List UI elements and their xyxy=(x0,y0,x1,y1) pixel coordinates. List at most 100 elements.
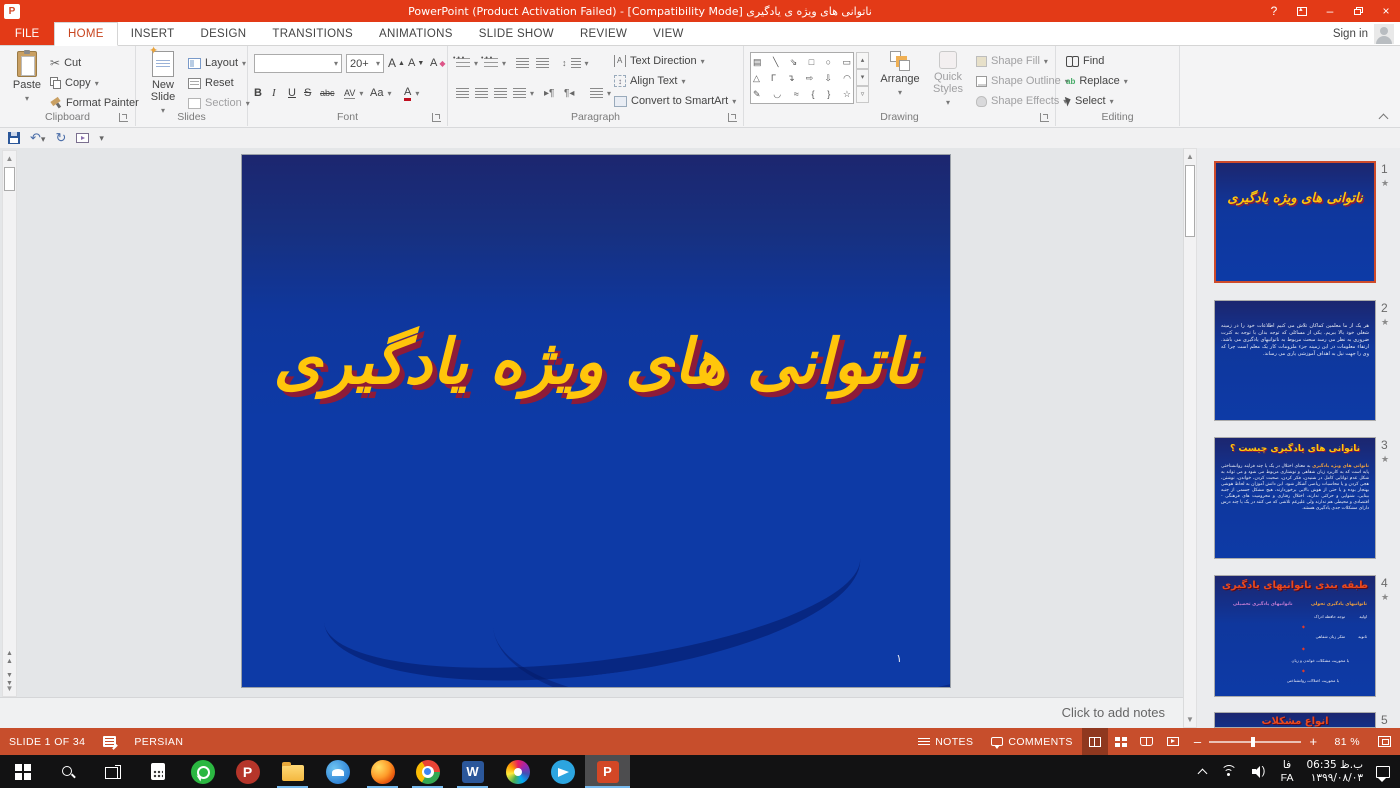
text-direction-button[interactable]: Text Direction▾ xyxy=(614,52,705,70)
zoom-slider[interactable] xyxy=(1209,741,1301,743)
slide-show-button[interactable] xyxy=(1160,728,1186,755)
tab-design[interactable]: DESIGN xyxy=(187,22,259,45)
taskbar-search-button[interactable] xyxy=(45,755,90,788)
new-slide-button[interactable]: New Slide▾ xyxy=(142,51,184,117)
help-button[interactable]: ? xyxy=(1260,0,1288,22)
language-indicator[interactable]: PERSIAN xyxy=(125,728,192,755)
slide-area-scrollbar[interactable]: ▲ ▼ xyxy=(2,150,17,697)
sign-in-button[interactable]: Sign in xyxy=(1333,22,1400,45)
increase-font-size-button[interactable]: A▲ xyxy=(388,54,405,72)
font-color-button[interactable]: A▾ xyxy=(404,84,419,102)
slide-thumbnail-2[interactable]: هر یک از ما معلمین کماکان تلاش می کنیم ا… xyxy=(1214,300,1376,421)
restore-button[interactable] xyxy=(1344,0,1372,22)
ribbon-display-options-button[interactable] xyxy=(1288,0,1316,22)
paste-button[interactable]: Paste▾ xyxy=(8,51,46,105)
gallery-more-icon[interactable]: ▿ xyxy=(856,86,869,103)
scroll-down-icon[interactable]: ▼ xyxy=(1184,712,1196,727)
save-button[interactable] xyxy=(8,132,20,144)
taskbar-file-explorer[interactable] xyxy=(270,755,315,788)
tab-review[interactable]: REVIEW xyxy=(567,22,640,45)
align-right-button[interactable] xyxy=(494,84,507,102)
tab-insert[interactable]: INSERT xyxy=(118,22,188,45)
section-button[interactable]: Section▾ xyxy=(188,94,250,112)
shapes-gallery[interactable]: ▤╲⇘□○▭ △Γ↴⇨⇩◠ ✎◡≈{}☆ xyxy=(750,52,854,104)
normal-view-button[interactable] xyxy=(1082,728,1108,755)
increase-indent-button[interactable] xyxy=(536,54,549,72)
format-painter-button[interactable]: Format Painter xyxy=(50,94,139,112)
reset-button[interactable]: Reset xyxy=(188,74,234,92)
drawing-dialog-launcher[interactable] xyxy=(1040,113,1049,122)
convert-to-smartart-button[interactable]: Convert to SmartArt▾ xyxy=(614,92,736,110)
notes-toggle-button[interactable]: NOTES xyxy=(909,728,982,755)
slide-thumbnail-4[interactable]: طبقه بندی ناتوانیهای یادگیری ناتوانیهای … xyxy=(1214,575,1376,697)
align-center-button[interactable] xyxy=(475,84,488,102)
zoom-in-button[interactable]: + xyxy=(1309,737,1317,747)
tab-animations[interactable]: ANIMATIONS xyxy=(366,22,466,45)
next-slide-button[interactable]: ▼▼ xyxy=(2,672,17,688)
taskbar-telegram[interactable] xyxy=(540,755,585,788)
reading-view-button[interactable] xyxy=(1134,728,1160,755)
shape-effects-button[interactable]: Shape Effects▾ xyxy=(976,92,1067,110)
start-button[interactable] xyxy=(0,755,45,788)
action-center-icon[interactable] xyxy=(1376,766,1390,778)
slide-thumbnail-3[interactable]: ناتوانی های یادگیری چیست ؟ ناتوانی های و… xyxy=(1214,437,1376,559)
undo-button[interactable]: ↶▾ xyxy=(30,129,45,147)
taskbar-whatsapp[interactable] xyxy=(180,755,225,788)
underline-button[interactable]: U xyxy=(288,84,296,102)
decrease-font-size-button[interactable]: A▼ xyxy=(408,54,424,72)
strikethrough-button[interactable]: S xyxy=(304,84,311,102)
slide-thumbnail-5[interactable]: انواع مشکلات xyxy=(1214,712,1376,728)
shadow-button[interactable]: abc xyxy=(320,84,335,102)
copy-button[interactable]: Copy▾ xyxy=(50,74,99,92)
slide-thumbnail-1[interactable]: ناتوانی های ویژه یادگیری xyxy=(1214,161,1376,283)
redo-button[interactable]: ↻ xyxy=(55,132,66,144)
slide-sorter-view-button[interactable] xyxy=(1108,728,1134,755)
taskbar-blue-app[interactable] xyxy=(315,755,360,788)
find-button[interactable]: Find xyxy=(1066,52,1104,70)
hidden-icons-chevron-icon[interactable] xyxy=(1198,767,1208,777)
gallery-down-icon[interactable]: ▾ xyxy=(856,69,869,86)
ltr-direction-button[interactable]: ▸¶ xyxy=(544,84,554,102)
volume-icon[interactable]: ) xyxy=(1252,765,1268,778)
bold-button[interactable]: B xyxy=(254,84,262,102)
justify-button[interactable]: ▾ xyxy=(513,84,534,102)
taskbar-firefox[interactable] xyxy=(360,755,405,788)
tab-transitions[interactable]: TRANSITIONS xyxy=(259,22,366,45)
italic-button[interactable]: I xyxy=(272,84,276,102)
shapes-gallery-scroll[interactable]: ▴ ▾ ▿ xyxy=(856,52,869,103)
taskbar-chrome[interactable] xyxy=(405,755,450,788)
network-wifi-icon[interactable] xyxy=(1221,765,1239,779)
language-indicator[interactable]: فا FA xyxy=(1281,759,1294,785)
slide-title-text[interactable]: ناتوانی های ویژه یادگیری xyxy=(242,325,950,398)
select-button[interactable]: Select▾ xyxy=(1066,92,1114,110)
taskbar-powerpoint[interactable]: P xyxy=(585,755,630,788)
replace-button[interactable]: abReplace▾ xyxy=(1066,72,1128,90)
tab-file[interactable]: FILE xyxy=(0,22,54,45)
thumbnail-panel-scrollbar[interactable]: ▲ ▼ xyxy=(1183,148,1197,728)
line-spacing-button[interactable]: ↕▾ xyxy=(562,54,589,72)
rtl-direction-button[interactable]: ¶◂ xyxy=(564,84,574,102)
tab-view[interactable]: VIEW xyxy=(640,22,697,45)
font-size-combobox[interactable]: 20+▾ xyxy=(346,54,384,73)
gallery-up-icon[interactable]: ▴ xyxy=(856,52,869,69)
bullets-button[interactable]: ▾ xyxy=(456,54,478,72)
start-from-beginning-button[interactable] xyxy=(76,133,89,143)
font-name-combobox[interactable]: ▾ xyxy=(254,54,342,73)
slide-editing-canvas[interactable]: ناتوانی های ویژه یادگیری ۱ xyxy=(242,155,950,687)
taskbar-calculator[interactable] xyxy=(135,755,180,788)
layout-button[interactable]: Layout▾ xyxy=(188,54,246,72)
minimize-button[interactable]: – xyxy=(1316,0,1344,22)
scrollbar-thumb[interactable] xyxy=(4,167,15,191)
previous-slide-button[interactable]: ▲▲ xyxy=(2,650,17,666)
clipboard-dialog-launcher[interactable] xyxy=(119,113,128,122)
close-button[interactable]: × xyxy=(1372,0,1400,22)
taskbar-word[interactable]: W xyxy=(450,755,495,788)
arrange-button[interactable]: Arrange▾ xyxy=(878,51,922,99)
taskbar-psiphon[interactable]: P xyxy=(225,755,270,788)
clock[interactable]: ب.ظ 06:35 ۱۳۹۹/۰۸/۰۳ xyxy=(1306,759,1363,785)
zoom-out-button[interactable]: – xyxy=(1194,737,1202,747)
collapse-ribbon-button[interactable] xyxy=(1378,113,1390,121)
align-left-button[interactable] xyxy=(456,84,469,102)
zoom-level[interactable]: 81 % xyxy=(1325,728,1369,755)
cut-button[interactable]: ✂Cut xyxy=(50,54,81,72)
